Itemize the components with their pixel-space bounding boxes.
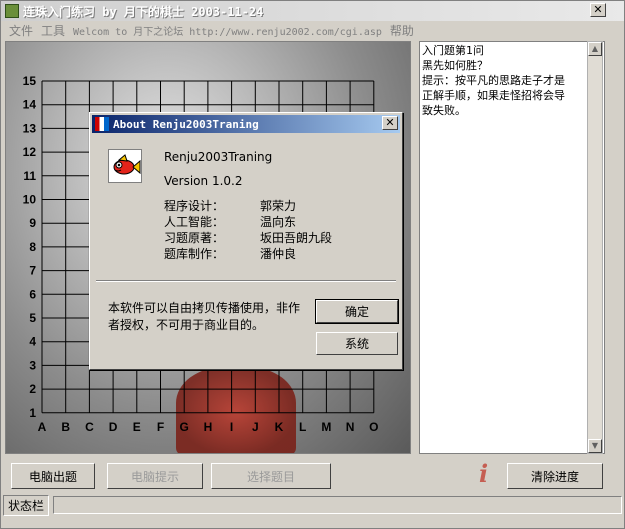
computer-hint-button[interactable]: 电脑提示 xyxy=(107,463,203,489)
row-label: 6 xyxy=(29,287,36,301)
menu-help[interactable]: 帮助 xyxy=(390,22,414,39)
column-label: M xyxy=(321,420,331,434)
menu-file[interactable]: 文件 xyxy=(9,22,33,39)
column-label: B xyxy=(61,420,70,434)
status-bar: 状态栏 xyxy=(1,494,624,516)
dialog-app-icon xyxy=(95,117,109,131)
clear-progress-button[interactable]: 清除进度 xyxy=(507,463,603,489)
row-label: 10 xyxy=(23,193,37,207)
about-dialog-title: About Renju2003Traning xyxy=(113,117,259,131)
column-label: D xyxy=(109,420,118,434)
row-label: 8 xyxy=(29,240,36,254)
about-dialog: About Renju2003Traning ✕ Renju2003Tranin… xyxy=(89,112,403,370)
title-bar[interactable]: 连珠入门练习 by 月下的棋士 2003-11-24 ✕ xyxy=(1,1,624,21)
main-window: 连珠入门练习 by 月下的棋士 2003-11-24 ✕ 文件 工具 Welco… xyxy=(0,0,625,529)
credit-role: 程序设计： xyxy=(164,199,225,213)
system-button[interactable]: 系统 xyxy=(316,332,398,355)
column-label: G xyxy=(180,420,189,434)
fish-logo-icon xyxy=(108,149,142,183)
row-label: 2 xyxy=(29,382,36,396)
status-panel xyxy=(53,496,622,514)
credit-role: 人工智能： xyxy=(164,215,225,229)
puzzle-line: 入门题第1问 xyxy=(422,44,484,57)
scroll-up-icon[interactable]: ▲ xyxy=(588,42,602,56)
scroll-down-icon[interactable]: ▼ xyxy=(588,439,602,453)
row-label: 12 xyxy=(23,145,37,159)
puzzle-line: 致失败。 xyxy=(422,104,466,117)
column-label: A xyxy=(38,420,47,434)
row-label: 9 xyxy=(29,216,36,230)
row-label: 7 xyxy=(29,264,36,278)
column-label: N xyxy=(346,420,355,434)
column-label: O xyxy=(369,420,378,434)
license-text-line1: 本软件可以自由拷贝传播使用，非作 xyxy=(108,301,301,315)
row-label: 5 xyxy=(29,311,36,325)
about-dialog-title-bar[interactable]: About Renju2003Traning ✕ xyxy=(92,115,400,133)
row-label: 11 xyxy=(23,169,36,183)
column-label: E xyxy=(133,420,141,434)
welcome-text: Welcom to 月下之论坛 http://www.renju2002.com… xyxy=(73,26,382,38)
license-text-line2: 者授权，不可用于商业目的。 xyxy=(108,318,265,332)
window-title: 连珠入门练习 by 月下的棋士 2003-11-24 xyxy=(23,4,264,19)
puzzle-line: 正解手顺，如果走怪招将会导 xyxy=(422,89,565,102)
credit-name: 坂田吾朗九段 xyxy=(260,231,333,245)
column-label: J xyxy=(252,420,259,434)
column-label: H xyxy=(204,420,213,434)
row-label: 15 xyxy=(23,74,37,88)
row-label: 3 xyxy=(29,358,36,372)
credit-name: 温向东 xyxy=(260,215,297,229)
column-label: F xyxy=(157,420,164,434)
about-close-button[interactable]: ✕ xyxy=(382,116,398,130)
row-label: 1 xyxy=(29,406,36,420)
puzzle-line: 提示：按平凡的思路走子才是 xyxy=(422,74,565,87)
puzzle-description: 入门题第1问 黑先如何胜？ 提示：按平凡的思路走子才是 正解手顺，如果走怪招将会… xyxy=(419,41,605,454)
window-close-button[interactable]: ✕ xyxy=(590,3,606,17)
about-version: Version 1.0.2 xyxy=(164,174,243,188)
ok-button[interactable]: 确定 xyxy=(315,299,399,324)
column-label: I xyxy=(230,420,233,434)
row-label: 14 xyxy=(23,98,37,112)
select-puzzle-button[interactable]: 选择题目 xyxy=(211,463,331,489)
menu-bar: 文件 工具 Welcom to 月下之论坛 http://www.renju20… xyxy=(1,21,624,39)
column-label: C xyxy=(85,420,94,434)
about-app-name: Renju2003Traning xyxy=(164,150,273,164)
puzzle-line: 黑先如何胜？ xyxy=(422,59,488,72)
computer-puzzle-button[interactable]: 电脑出题 xyxy=(11,463,95,489)
status-label: 状态栏 xyxy=(3,494,50,516)
row-label: 4 xyxy=(29,335,36,349)
dialog-separator xyxy=(96,280,396,282)
menu-tools[interactable]: 工具 xyxy=(41,22,65,39)
app-icon xyxy=(5,4,19,18)
credit-role: 题库制作： xyxy=(164,247,225,261)
credit-name: 郭荣力 xyxy=(260,199,297,213)
credit-role: 习题原著： xyxy=(164,231,225,245)
column-label: K xyxy=(275,420,284,434)
row-label: 13 xyxy=(23,121,37,135)
credit-name: 潘仲良 xyxy=(260,247,297,261)
column-label: L xyxy=(299,420,306,434)
vertical-scrollbar[interactable]: ▲ ▼ xyxy=(587,41,603,454)
